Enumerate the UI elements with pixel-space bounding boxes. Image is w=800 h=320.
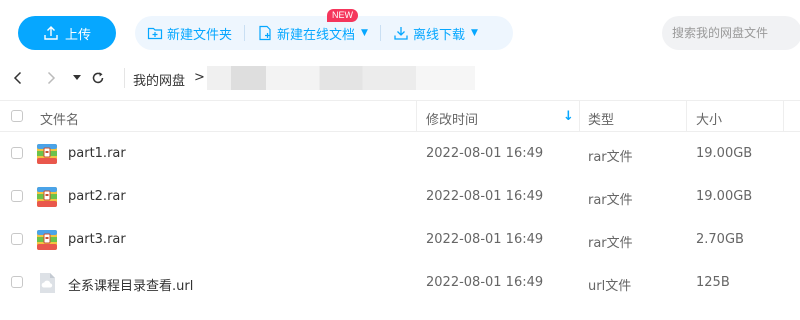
breadcrumb-redacted-path (207, 66, 475, 90)
column-divider (686, 101, 687, 132)
refresh-button[interactable] (90, 68, 106, 88)
offline-download-label: 离线下载 (412, 27, 465, 43)
file-size: 19.00GB (696, 189, 753, 204)
file-name[interactable]: part1.rar (68, 146, 126, 161)
file-size: 2.70GB (696, 232, 744, 247)
file-name[interactable]: 全系课程目录查看.url (68, 275, 193, 294)
rar-archive-icon (37, 230, 57, 250)
new-folder-icon (147, 27, 163, 40)
table-row[interactable]: part1.rar 2022-08-01 16:49 rar文件 19.00GB (0, 134, 800, 177)
file-modified: 2022-08-01 16:49 (426, 146, 544, 161)
row-checkbox[interactable] (11, 190, 23, 202)
file-size: 125B (696, 275, 730, 290)
sort-down-icon[interactable]: ↓ (563, 109, 574, 124)
column-divider (783, 101, 784, 132)
file-modified: 2022-08-01 16:49 (426, 189, 544, 204)
table-row[interactable]: 全系课程目录查看.url 2022-08-01 16:49 url文件 125B (0, 263, 800, 306)
rar-archive-icon (37, 144, 57, 164)
chevron-left-icon (13, 71, 22, 85)
file-type: rar文件 (588, 193, 633, 208)
toolbar-actions: 新建文件夹 新建在线文档 ▼ NEW 离线下载 ▼ (135, 9, 513, 50)
table-row[interactable]: part3.rar 2022-08-01 16:49 rar文件 2.70GB (0, 220, 800, 263)
column-divider (416, 101, 417, 132)
new-folder-button[interactable]: 新建文件夹 (135, 16, 244, 50)
column-header-name[interactable]: 文件名 (40, 109, 79, 128)
file-type: url文件 (588, 279, 632, 294)
new-online-doc-label: 新建在线文档 (277, 27, 356, 43)
row-checkbox[interactable] (11, 276, 23, 288)
upload-button[interactable]: 上传 (18, 16, 116, 50)
new-online-doc-button[interactable]: 新建在线文档 ▼ NEW (245, 9, 380, 50)
column-divider (579, 101, 580, 132)
row-checkbox[interactable] (11, 147, 23, 159)
column-header-size[interactable]: 大小 (696, 109, 722, 128)
table-header: 文件名 修改时间 ↓ 类型 大小 (0, 100, 800, 132)
upload-icon (44, 26, 58, 40)
divider (124, 68, 125, 88)
new-folder-label: 新建文件夹 (167, 27, 233, 43)
file-modified: 2022-08-01 16:49 (426, 232, 544, 247)
upload-label: 上传 (64, 27, 91, 43)
offline-download-button[interactable]: 离线下载 ▼ (381, 16, 490, 50)
file-modified: 2022-08-01 16:49 (426, 275, 544, 290)
chevron-right-icon (47, 71, 56, 85)
file-size: 19.00GB (696, 146, 753, 161)
back-button[interactable] (10, 68, 26, 88)
chevron-down-icon: ▼ (470, 28, 478, 38)
file-type: rar文件 (588, 150, 633, 165)
caret-down-icon (73, 75, 81, 80)
url-file-icon (40, 273, 55, 293)
file-type: rar文件 (588, 236, 633, 251)
table-row[interactable]: part2.rar 2022-08-01 16:49 rar文件 19.00GB (0, 177, 800, 220)
column-header-type[interactable]: 类型 (588, 109, 614, 128)
row-checkbox[interactable] (11, 233, 23, 245)
search-input[interactable] (662, 16, 800, 50)
download-icon (394, 27, 408, 40)
new-badge: NEW (327, 9, 359, 22)
select-all-checkbox[interactable] (11, 110, 23, 122)
file-name[interactable]: part2.rar (68, 189, 126, 204)
breadcrumb-separator: > (194, 70, 205, 85)
column-header-modified[interactable]: 修改时间 (426, 109, 478, 128)
forward-button[interactable] (43, 68, 59, 88)
refresh-icon (92, 72, 104, 84)
chevron-down-icon: ▼ (361, 28, 368, 38)
file-name[interactable]: part3.rar (68, 232, 126, 247)
history-dropdown[interactable] (69, 68, 85, 88)
new-document-icon (259, 25, 271, 41)
rar-archive-icon (37, 187, 57, 207)
breadcrumb-root[interactable]: 我的网盘 (133, 70, 185, 89)
